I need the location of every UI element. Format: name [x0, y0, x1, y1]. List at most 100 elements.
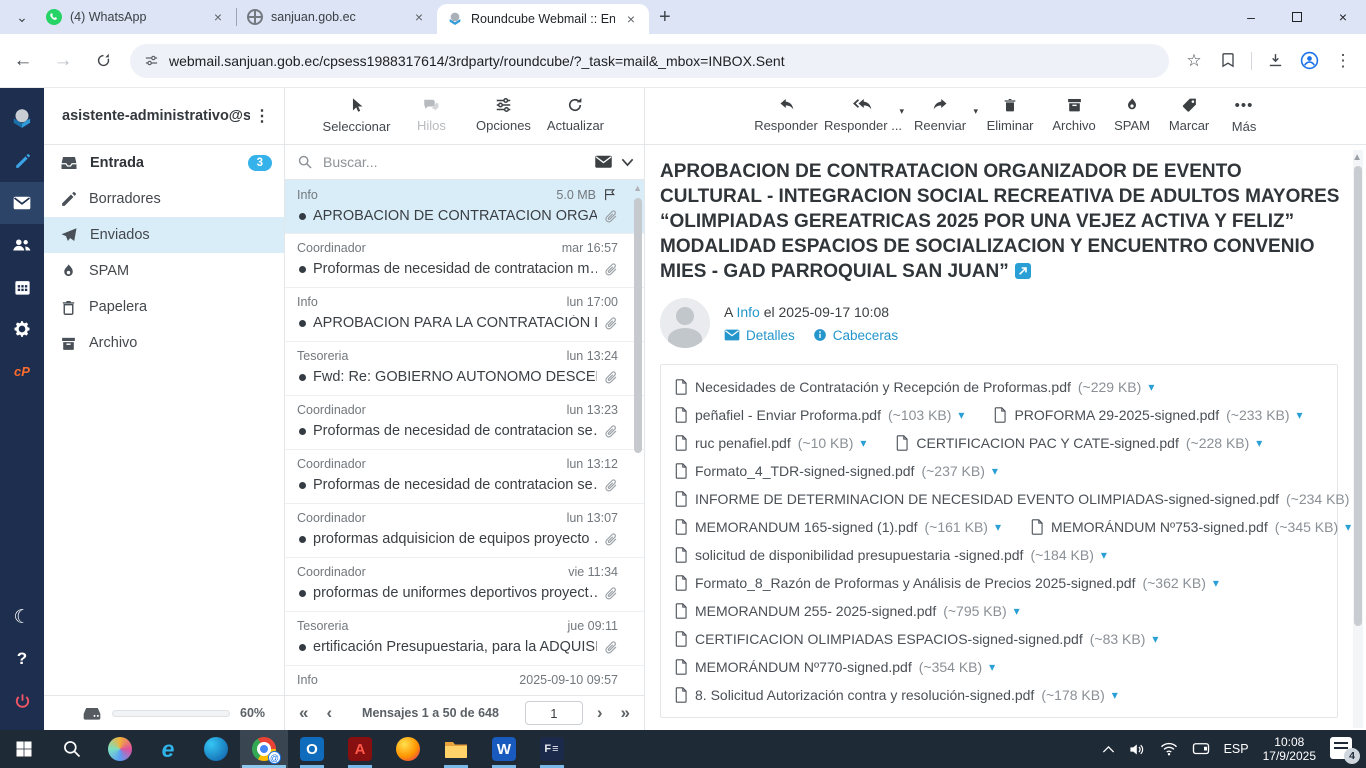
browser-menu-icon[interactable]: ⋮	[1328, 46, 1358, 76]
attachment-menu-caret[interactable]: ▾	[1213, 576, 1219, 590]
bookmark-star-icon[interactable]: ☆	[1179, 46, 1209, 76]
attachment-menu-caret[interactable]: ▾	[1152, 632, 1158, 646]
settings-nav-button[interactable]	[0, 308, 44, 350]
cpanel-icon[interactable]: cP	[0, 350, 44, 392]
new-tab-button[interactable]: +	[659, 6, 671, 29]
attachment-menu-caret[interactable]: ▾	[860, 436, 866, 450]
attachment[interactable]: Formato_4_TDR-signed-signed.pdf(~237 KB)…	[675, 463, 998, 479]
list-item[interactable]: Tesorerialun 13:24 Fwd: Re: GOBIERNO AUT…	[285, 342, 644, 396]
attachment[interactable]: 8. Solicitud Autorización contra y resol…	[675, 687, 1118, 703]
tab-roundcube-active[interactable]: Roundcube Webmail :: Enviados ×	[437, 4, 649, 34]
address-bar[interactable]: webmail.sanjuan.gob.ec/cpsess1988317614/…	[130, 44, 1169, 78]
window-close-button[interactable]: ×	[1320, 0, 1366, 34]
attachment[interactable]: CERTIFICACION PAC Y CATE-signed.pdf(~228…	[896, 435, 1262, 451]
taskbar-ie-button[interactable]: e	[144, 730, 192, 768]
attachment[interactable]: solicitud de disponibilidad presupuestar…	[675, 547, 1107, 563]
attachment-menu-caret[interactable]: ▾	[995, 520, 1001, 534]
folder-borradores[interactable]: Borradores	[44, 181, 284, 217]
taskbar-word-button[interactable]: W	[480, 730, 528, 768]
window-minimize-button[interactable]: –	[1228, 0, 1274, 34]
mail-scrollbar[interactable]	[1354, 166, 1362, 626]
tab-whatsapp[interactable]: (4) WhatsApp ×	[36, 0, 236, 34]
dark-mode-button[interactable]: ☾	[0, 596, 44, 638]
last-page-button[interactable]: »	[617, 703, 634, 723]
list-item[interactable]: Info5.0 MB APROBACION DE CONTRATACION OR…	[285, 180, 644, 234]
attachment[interactable]: ruc penafiel.pdf(~10 KB)▾	[675, 435, 866, 451]
search-options-chevron-icon[interactable]	[621, 158, 634, 167]
search-scope-mail-icon[interactable]	[594, 155, 613, 170]
more-button[interactable]: ••• Más	[1220, 96, 1268, 134]
list-item[interactable]: Coordinadorlun 13:12 Proformas de necesi…	[285, 450, 644, 504]
connect-icon[interactable]	[1192, 742, 1210, 756]
reply-all-button[interactable]: Responder ... ▾	[824, 96, 902, 133]
mark-button[interactable]: Marcar	[1160, 96, 1218, 133]
back-button[interactable]: ←	[6, 44, 40, 78]
window-maximize-button[interactable]	[1274, 0, 1320, 34]
attachment[interactable]: MEMORANDUM 255- 2025-signed.pdf(~795 KB)…	[675, 603, 1020, 619]
attachment[interactable]: CERTIFICACION OLIMPIADAS ESPACIOS-signed…	[675, 631, 1158, 647]
attachment-menu-caret[interactable]: ▾	[989, 660, 995, 674]
list-scrollbar[interactable]	[634, 198, 642, 453]
calendar-nav-button[interactable]	[0, 266, 44, 308]
reading-list-icon[interactable]	[1213, 46, 1243, 76]
refresh-button[interactable]: Actualizar	[544, 96, 606, 133]
attachment[interactable]: MEMORÁNDUM Nº753-signed.pdf(~345 KB)▾	[1031, 519, 1351, 535]
taskbar-search-button[interactable]	[48, 730, 96, 768]
tab-close-icon[interactable]: ×	[623, 11, 639, 27]
search-input[interactable]	[321, 153, 586, 171]
taskbar-firefox-button[interactable]	[384, 730, 432, 768]
attachment[interactable]: Formato_8_Razón de Proformas y Análisis …	[675, 575, 1219, 591]
compose-button[interactable]	[0, 140, 44, 182]
archive-button[interactable]: Archivo	[1044, 96, 1104, 133]
folder-papelera[interactable]: Papelera	[44, 289, 284, 325]
prev-page-button[interactable]: ‹	[322, 703, 336, 723]
action-center-button[interactable]: 4	[1330, 737, 1356, 761]
list-scroll-up-icon[interactable]: ▲	[633, 183, 642, 193]
attachment-menu-caret[interactable]: ▾	[992, 464, 998, 478]
attachment[interactable]: MEMORÁNDUM Nº770-signed.pdf(~354 KB)▾	[675, 659, 995, 675]
taskbar-outlook-button[interactable]: O	[288, 730, 336, 768]
attachment-menu-caret[interactable]: ▾	[958, 408, 964, 422]
attachment-menu-caret[interactable]: ▾	[1148, 380, 1154, 394]
forward-button-mail[interactable]: Reenviar ▾	[904, 96, 976, 133]
next-page-button[interactable]: ›	[593, 703, 607, 723]
taskbar-firmaec-button[interactable]: F≡	[528, 730, 576, 768]
options-button[interactable]: Opciones	[472, 96, 534, 133]
folder-entrada[interactable]: Entrada 3	[44, 145, 284, 181]
help-button[interactable]: ?	[0, 638, 44, 680]
site-settings-icon[interactable]	[144, 53, 159, 68]
start-button[interactable]	[0, 730, 48, 768]
list-item[interactable]: Coordinadorvie 11:34 proformas de unifor…	[285, 558, 644, 612]
attachment-menu-caret[interactable]: ▾	[1297, 408, 1303, 422]
list-item[interactable]: Info2025-09-10 09:57	[285, 666, 644, 695]
list-item[interactable]: Coordinadorlun 13:07 proformas adquisici…	[285, 504, 644, 558]
first-page-button[interactable]: «	[295, 703, 312, 723]
delete-button[interactable]: Eliminar	[978, 96, 1042, 133]
attachment[interactable]: PROFORMA 29-2025-signed.pdf(~233 KB)▾	[994, 407, 1302, 423]
taskbar-chrome-button[interactable]: @	[240, 730, 288, 768]
attachment[interactable]: peñafiel - Enviar Proforma.pdf(~103 KB)▾	[675, 407, 964, 423]
mail-scroll-up-icon[interactable]: ▲	[1352, 152, 1362, 163]
threads-button[interactable]: Hilos	[400, 96, 462, 133]
contacts-nav-button[interactable]	[0, 224, 44, 266]
taskbar-explorer-button[interactable]	[432, 730, 480, 768]
tab-close-icon[interactable]: ×	[210, 9, 226, 25]
folder-enviados[interactable]: Enviados	[44, 217, 284, 253]
folder-spam[interactable]: SPAM	[44, 253, 284, 289]
language-indicator[interactable]: ESP	[1224, 742, 1249, 756]
spam-button[interactable]: SPAM	[1106, 96, 1158, 133]
account-menu-icon[interactable]: ⋮	[250, 106, 274, 126]
list-item[interactable]: Coordinadormar 16:57 Proformas de necesi…	[285, 234, 644, 288]
page-input[interactable]	[525, 701, 583, 725]
tab-search-button[interactable]: ⌄	[8, 3, 36, 31]
list-item[interactable]: Tesoreriajue 09:11 ertificación Presupue…	[285, 612, 644, 666]
folder-archivo[interactable]: Archivo	[44, 325, 284, 361]
taskbar-edge-button[interactable]	[192, 730, 240, 768]
taskbar-copilot-button[interactable]	[96, 730, 144, 768]
wifi-icon[interactable]	[1160, 742, 1178, 756]
headers-link[interactable]: Cabeceras	[813, 328, 898, 343]
recipient-link[interactable]: Info	[736, 304, 759, 320]
clock[interactable]: 10:08 17/9/2025	[1263, 735, 1316, 763]
attachment-menu-caret[interactable]: ▾	[1014, 604, 1020, 618]
details-link[interactable]: Detalles	[724, 328, 795, 343]
